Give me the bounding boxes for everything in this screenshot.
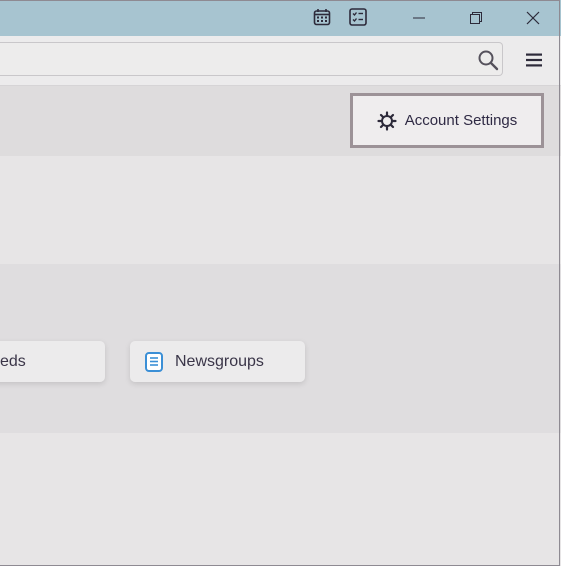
close-button[interactable] xyxy=(510,0,556,36)
restore-icon xyxy=(470,12,482,24)
content-section-lower xyxy=(0,433,561,566)
setup-card-feeds[interactable]: eds xyxy=(0,341,105,382)
newsgroups-icon xyxy=(145,351,163,372)
restore-button[interactable] xyxy=(453,0,499,36)
search-input[interactable] xyxy=(0,42,503,76)
gear-icon xyxy=(377,110,397,131)
account-settings-button[interactable]: Account Settings xyxy=(350,93,544,148)
minimize-button[interactable] xyxy=(396,0,442,36)
setup-card-newsgroups[interactable]: Newsgroups xyxy=(130,341,305,382)
close-icon xyxy=(526,11,540,25)
account-settings-label: Account Settings xyxy=(404,112,518,129)
toolbar xyxy=(0,36,561,86)
search-icon[interactable] xyxy=(475,47,501,73)
hamburger-menu-icon[interactable] xyxy=(521,47,547,73)
tasks-icon[interactable] xyxy=(347,6,369,28)
content-section xyxy=(0,156,561,264)
calendar-icon[interactable] xyxy=(311,6,333,28)
title-bar xyxy=(0,0,561,36)
newsgroups-label: Newsgroups xyxy=(175,352,264,370)
minimize-icon xyxy=(413,17,425,19)
feeds-label: eds xyxy=(0,352,26,370)
